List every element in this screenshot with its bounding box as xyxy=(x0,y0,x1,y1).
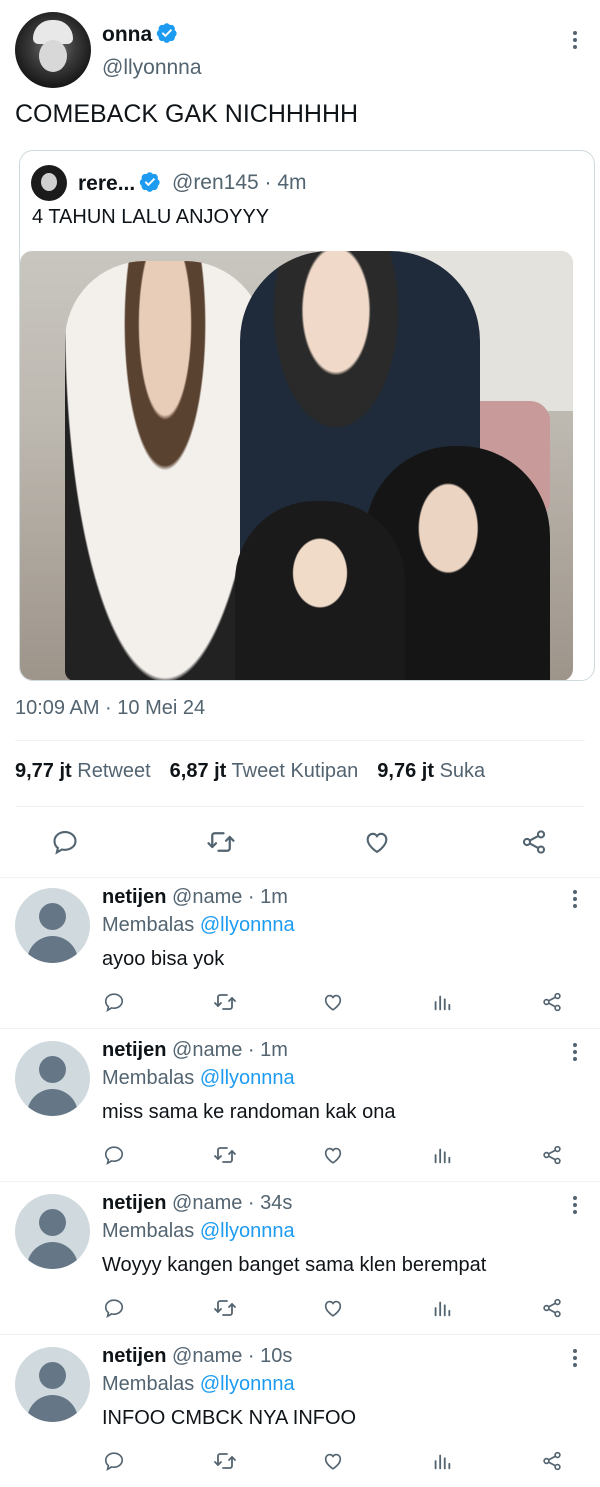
reply-header: netijen @name · 1m xyxy=(102,886,288,908)
tweet-timestamp[interactable]: 10:09 AM · 10 Mei 24 xyxy=(15,697,205,720)
like-icon[interactable] xyxy=(320,989,346,1015)
reply-action-bar xyxy=(0,989,600,1015)
tweet-author: onna @llyonnna xyxy=(15,12,585,92)
author-avatar[interactable] xyxy=(15,12,91,88)
verified-badge-icon xyxy=(140,172,160,192)
reply-text: Woyyy kangen banget sama klen berempat xyxy=(102,1254,487,1276)
share-icon[interactable] xyxy=(539,1295,565,1321)
reply-icon[interactable] xyxy=(101,989,127,1015)
mention-link[interactable]: @llyonnna xyxy=(200,1373,295,1395)
replying-to: Membalas @llyonnna xyxy=(102,1373,295,1395)
quote-handle-time: @ren145 · 4m xyxy=(172,171,307,194)
analytics-icon[interactable] xyxy=(429,1448,455,1474)
quote-author-avatar xyxy=(31,165,67,201)
divider xyxy=(0,1334,600,1335)
reply-icon[interactable] xyxy=(101,1448,127,1474)
more-options-icon[interactable] xyxy=(565,1041,585,1063)
analytics-icon[interactable] xyxy=(429,989,455,1015)
like-icon[interactable] xyxy=(320,1142,346,1168)
retweet-count[interactable]: 9,77 jt Retweet xyxy=(15,760,151,782)
reply-tweet[interactable]: netijen @name · 10s Membalas @llyonnna I… xyxy=(0,1336,600,1487)
reply-text: INFOO CMBCK NYA INFOO xyxy=(102,1407,357,1429)
quote-photo[interactable] xyxy=(20,251,573,680)
reply-action-bar xyxy=(0,1295,600,1321)
reply-text: ayoo bisa yok xyxy=(102,948,225,970)
more-options-icon[interactable] xyxy=(565,1194,585,1216)
author-name[interactable]: onna xyxy=(102,22,178,47)
more-options-icon[interactable] xyxy=(565,888,585,910)
retweet-icon[interactable] xyxy=(212,1448,238,1474)
reply-header: netijen @name · 1m xyxy=(102,1039,288,1061)
reply-header: netijen @name · 34s xyxy=(102,1192,293,1214)
analytics-icon[interactable] xyxy=(429,1295,455,1321)
tweet-action-bar xyxy=(0,822,600,862)
share-icon[interactable] xyxy=(539,989,565,1015)
reply-icon[interactable] xyxy=(45,822,85,862)
quote-author-name: rere... xyxy=(78,171,161,196)
share-icon[interactable] xyxy=(514,822,554,862)
tweet-stats: 9,77 jt Retweet 6,87 jt Tweet Kutipan 9,76… xyxy=(15,760,504,783)
share-icon[interactable] xyxy=(539,1142,565,1168)
reply-tweet[interactable]: netijen @name · 34s Membalas @llyonnna W… xyxy=(0,1183,600,1335)
reply-tweet[interactable]: netijen @name · 1m Membalas @llyonnna mi… xyxy=(0,1030,600,1182)
like-icon[interactable] xyxy=(357,822,397,862)
reply-text: miss sama ke randoman kak ona xyxy=(102,1101,396,1123)
share-icon[interactable] xyxy=(539,1448,565,1474)
like-icon[interactable] xyxy=(320,1448,346,1474)
reply-tweet[interactable]: netijen @name · 1m Membalas @llyonnna ay… xyxy=(0,877,600,1029)
divider xyxy=(0,1181,600,1182)
avatar[interactable] xyxy=(15,1347,90,1422)
mention-link[interactable]: @llyonnna xyxy=(200,914,295,936)
replying-to: Membalas @llyonnna xyxy=(102,1220,295,1242)
divider xyxy=(0,1028,600,1029)
avatar[interactable] xyxy=(15,888,90,963)
avatar[interactable] xyxy=(15,1041,90,1116)
more-options-icon[interactable] xyxy=(565,28,585,52)
reply-header: netijen @name · 10s xyxy=(102,1345,293,1367)
replying-to: Membalas @llyonnna xyxy=(102,1067,295,1089)
quote-text: 4 TAHUN LALU ANJOYYY xyxy=(32,206,270,228)
author-handle[interactable]: @llyonnna xyxy=(102,56,202,80)
like-count[interactable]: 9,76 jt Suka xyxy=(377,760,485,782)
more-options-icon[interactable] xyxy=(565,1347,585,1369)
reply-action-bar xyxy=(0,1448,600,1474)
quoted-tweet[interactable]: rere... @ren145 · 4m 4 TAHUN LALU ANJOYY… xyxy=(19,150,595,681)
reply-action-bar xyxy=(0,1142,600,1168)
divider xyxy=(15,740,585,741)
reply-icon[interactable] xyxy=(101,1295,127,1321)
avatar[interactable] xyxy=(15,1194,90,1269)
retweet-icon[interactable] xyxy=(212,989,238,1015)
reply-icon[interactable] xyxy=(101,1142,127,1168)
retweet-icon[interactable] xyxy=(212,1142,238,1168)
divider xyxy=(15,806,585,807)
tweet-text: COMEBACK GAK NICHHHHH xyxy=(15,100,359,128)
retweet-icon[interactable] xyxy=(212,1295,238,1321)
verified-badge-icon xyxy=(156,23,177,43)
retweet-icon[interactable] xyxy=(201,822,241,862)
quote-count[interactable]: 6,87 jt Tweet Kutipan xyxy=(170,760,359,782)
analytics-icon[interactable] xyxy=(429,1142,455,1168)
mention-link[interactable]: @llyonnna xyxy=(200,1220,295,1242)
like-icon[interactable] xyxy=(320,1295,346,1321)
replying-to: Membalas @llyonnna xyxy=(102,914,295,936)
mention-link[interactable]: @llyonnna xyxy=(200,1067,295,1089)
